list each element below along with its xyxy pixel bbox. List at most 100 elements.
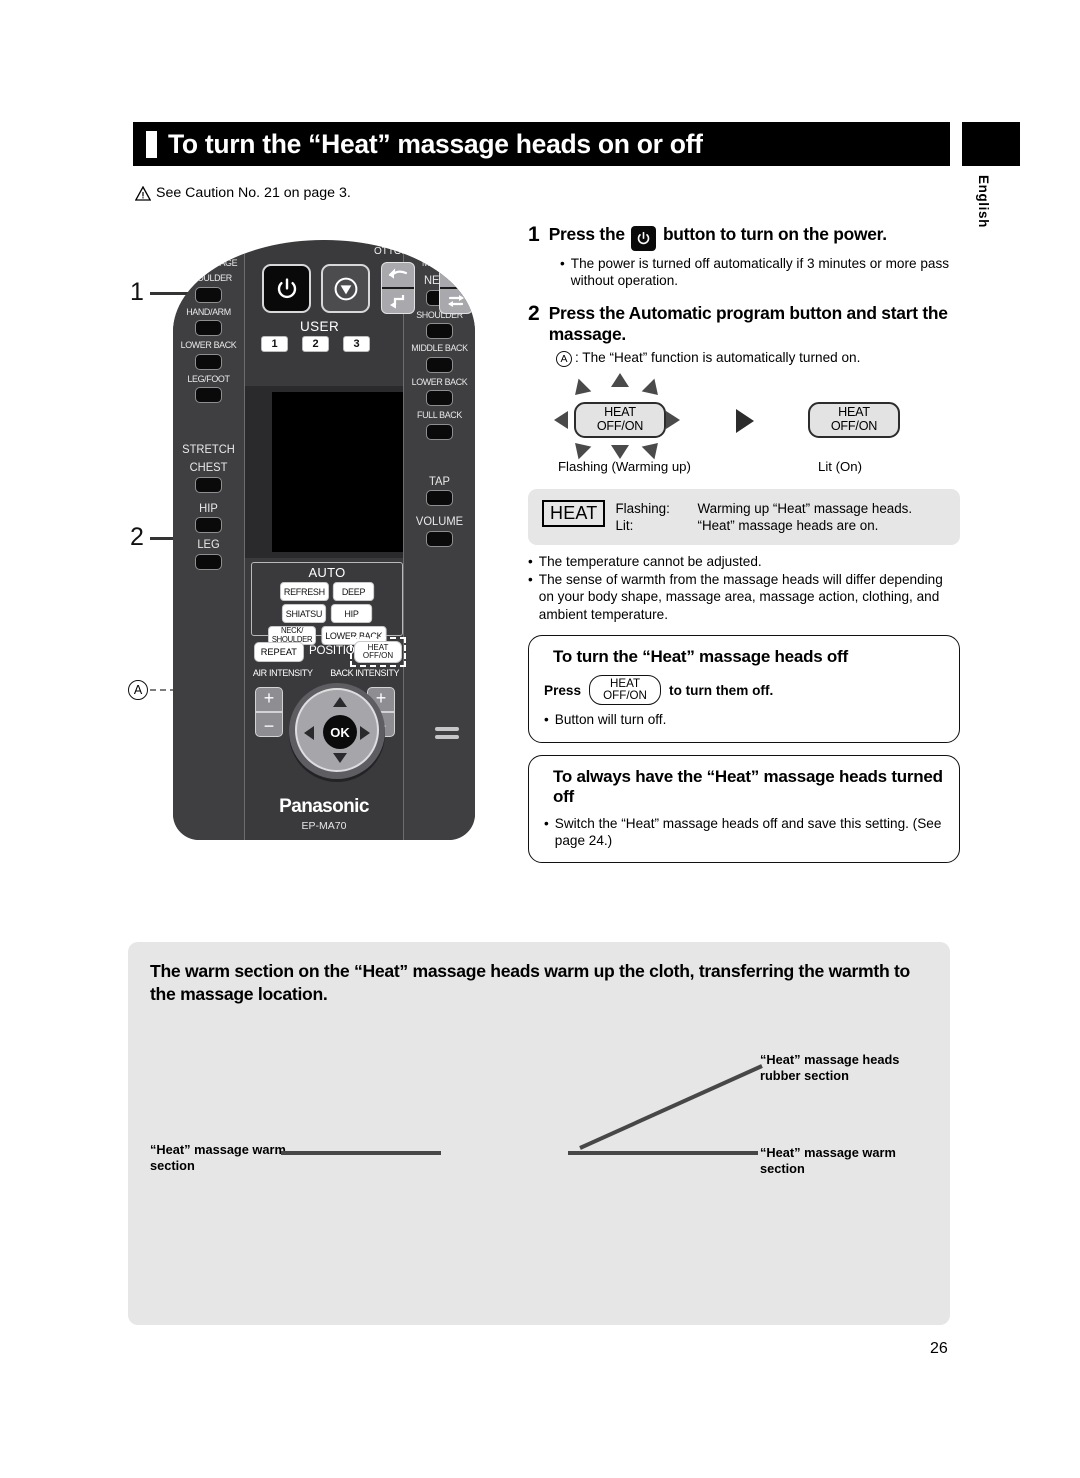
header-edge-block: [962, 122, 1020, 166]
card-off-heading: To turn the “Heat” massage heads off: [553, 646, 848, 666]
section-label-stretch: STRETCH: [182, 442, 235, 456]
step-1-title-after: button to turn on the power.: [662, 224, 887, 244]
heat-lit-line2: OFF/ON: [830, 418, 878, 433]
heat-button-lit: HEAT OFF/ON: [808, 401, 900, 438]
air-intensity-minus[interactable]: −: [264, 716, 275, 735]
power-button[interactable]: [262, 264, 311, 313]
step-1-title-before: Press the: [548, 224, 625, 244]
user-button-3[interactable]: 3: [343, 336, 370, 352]
language-tab: English: [976, 175, 991, 228]
button-dot: [426, 356, 453, 373]
stop-button[interactable]: [321, 264, 370, 313]
callout-a: A: [128, 680, 148, 700]
auto-button-refresh[interactable]: REFRESH: [279, 582, 329, 601]
chair-button[interactable]: [439, 262, 473, 314]
remote-button-leg-stretch[interactable]: LEG: [173, 537, 244, 570]
bullet-text: The power is turned off automatically if…: [570, 256, 950, 289]
press-tail: to turn them off.: [669, 682, 774, 698]
bullet-dot: •: [560, 256, 565, 271]
button-dot: [195, 353, 222, 370]
leader-line-warm-right: [568, 1151, 758, 1155]
ok-button[interactable]: OK: [323, 715, 357, 749]
button-label: SHOULDER: [185, 273, 232, 284]
caption-flashing: Flashing (Warming up): [558, 458, 691, 474]
step-1-number: 1: [528, 223, 540, 246]
callout-1: 1: [130, 278, 144, 306]
dpad-left-icon[interactable]: [304, 726, 314, 740]
button-dot: [426, 423, 453, 440]
ray-down-right-icon: [641, 436, 665, 459]
remote-button-lower-back-air[interactable]: LOWER BACK: [173, 340, 244, 370]
callout-a-wrap: A: [128, 680, 148, 700]
air-intensity-plus[interactable]: +: [264, 689, 275, 708]
user-button-1[interactable]: 1: [261, 336, 288, 352]
step-1: 1 Press the button to turn on the power.: [528, 223, 960, 251]
remote-button-middle-back[interactable]: MIDDLE BACK: [404, 343, 475, 373]
ottoman-down-icon: [382, 289, 414, 313]
auto-program-section: AUTO REFRESH DEEP SHIATSU HIP NECK/ SHOU…: [251, 562, 403, 645]
ray-up-right-icon: [641, 378, 665, 401]
chair-up-icon: [440, 263, 472, 289]
stop-icon: [334, 277, 357, 300]
remote-button-hip-stretch[interactable]: HIP: [173, 501, 244, 533]
model-number: EP-MA70: [301, 820, 347, 832]
button-label: LEG/FOOT: [187, 373, 230, 385]
button-dot: [195, 320, 222, 336]
heat-off-on-button[interactable]: HEAT OFF/ON: [354, 641, 402, 663]
dpad-control[interactable]: OK: [289, 683, 385, 779]
remote-button-tap[interactable]: TAP: [404, 473, 475, 506]
dpad-up-icon[interactable]: [333, 697, 347, 707]
bullet-dot: •: [528, 571, 533, 587]
label-warm-section-left: “Heat” massage warm section: [150, 1142, 286, 1173]
user-button-2[interactable]: 2: [302, 336, 329, 352]
remote-button-chest[interactable]: CHEST: [173, 460, 244, 493]
legend-key: Flashing:: [615, 500, 670, 516]
label-heads-rubber-section: “Heat” massage heads rubber section: [760, 1052, 900, 1083]
air-intensity-label: AIR INTENSITY: [252, 668, 313, 679]
step-2-sub-note: A : The “Heat” function is automatically…: [556, 350, 960, 367]
bullet-dot: •: [544, 712, 549, 728]
note-item: • The sense of warmth from the massage h…: [528, 571, 960, 623]
note-text: The sense of warmth from the massage hea…: [538, 571, 943, 622]
legend-value: Warming up “Heat” massage heads.: [697, 500, 913, 516]
step-2: 2 Press the Automatic program button and…: [528, 302, 960, 345]
warm-section-title: The warm section on the “Heat” massage h…: [150, 961, 910, 1005]
card-off-bullet: • Button will turn off.: [544, 711, 944, 728]
dpad-ring[interactable]: OK: [295, 688, 379, 772]
heat-button-line2: OFF/ON: [362, 651, 394, 660]
remote-button-volume[interactable]: VOLUME: [404, 514, 475, 547]
repeat-button[interactable]: REPEAT: [254, 642, 304, 662]
dpad-right-icon[interactable]: [360, 726, 370, 740]
auto-button-deep[interactable]: DEEP: [333, 582, 375, 601]
button-dot: [426, 530, 453, 547]
legend-row: Lit: “Heat” massage heads are on.: [615, 517, 912, 534]
remote-top-area: OTTOMAN CHAIR USER 1 2 3: [245, 240, 473, 392]
heat-badge: HEAT: [542, 499, 606, 527]
auto-button-hip[interactable]: HIP: [330, 604, 373, 623]
page-title: To turn the “Heat” massage heads on or o…: [168, 128, 703, 159]
remote-button-hand-arm[interactable]: HAND/ARM: [173, 307, 244, 336]
repeat-position-row: REPEAT POSITION HEAT OFF/ON: [251, 637, 406, 667]
remote-button-full-back[interactable]: FULL BACK: [404, 410, 475, 440]
auto-button-shiatsu[interactable]: SHIATSU: [281, 604, 327, 623]
ottoman-button[interactable]: [381, 262, 415, 314]
bullet-item: • The power is turned off automatically …: [560, 255, 960, 290]
dpad-down-icon[interactable]: [333, 753, 347, 763]
remote-button-shoulder-air[interactable]: SHOULDER: [173, 273, 244, 303]
remote-button-lower-back-manual[interactable]: LOWER BACK: [404, 377, 475, 406]
remote-right-column: MANUAL NECK SHOULDER MIDDLE BACK LOWER B…: [403, 240, 475, 840]
remote-button-leg-foot[interactable]: LEG/FOOT: [173, 373, 244, 403]
back-intensity-plus[interactable]: +: [376, 689, 387, 708]
card-always-off-bullet: • Switch the “Heat” massage heads off an…: [544, 815, 944, 850]
button-label: VOLUME: [415, 514, 464, 528]
button-dot: [195, 553, 222, 570]
heat-button-flashing: HEAT OFF/ON: [574, 401, 666, 438]
header-tick-mark: [146, 130, 157, 158]
air-intensity-stepper[interactable]: + −: [255, 687, 283, 737]
button-label: MIDDLE BACK: [411, 343, 468, 354]
bullet-dot: •: [544, 815, 549, 831]
button-label: TAP: [429, 473, 450, 488]
card-always-off: To always have the “Heat” massage heads …: [528, 754, 960, 864]
step-1-bullets: • The power is turned off automatically …: [560, 255, 960, 290]
button-dot: [195, 476, 222, 493]
